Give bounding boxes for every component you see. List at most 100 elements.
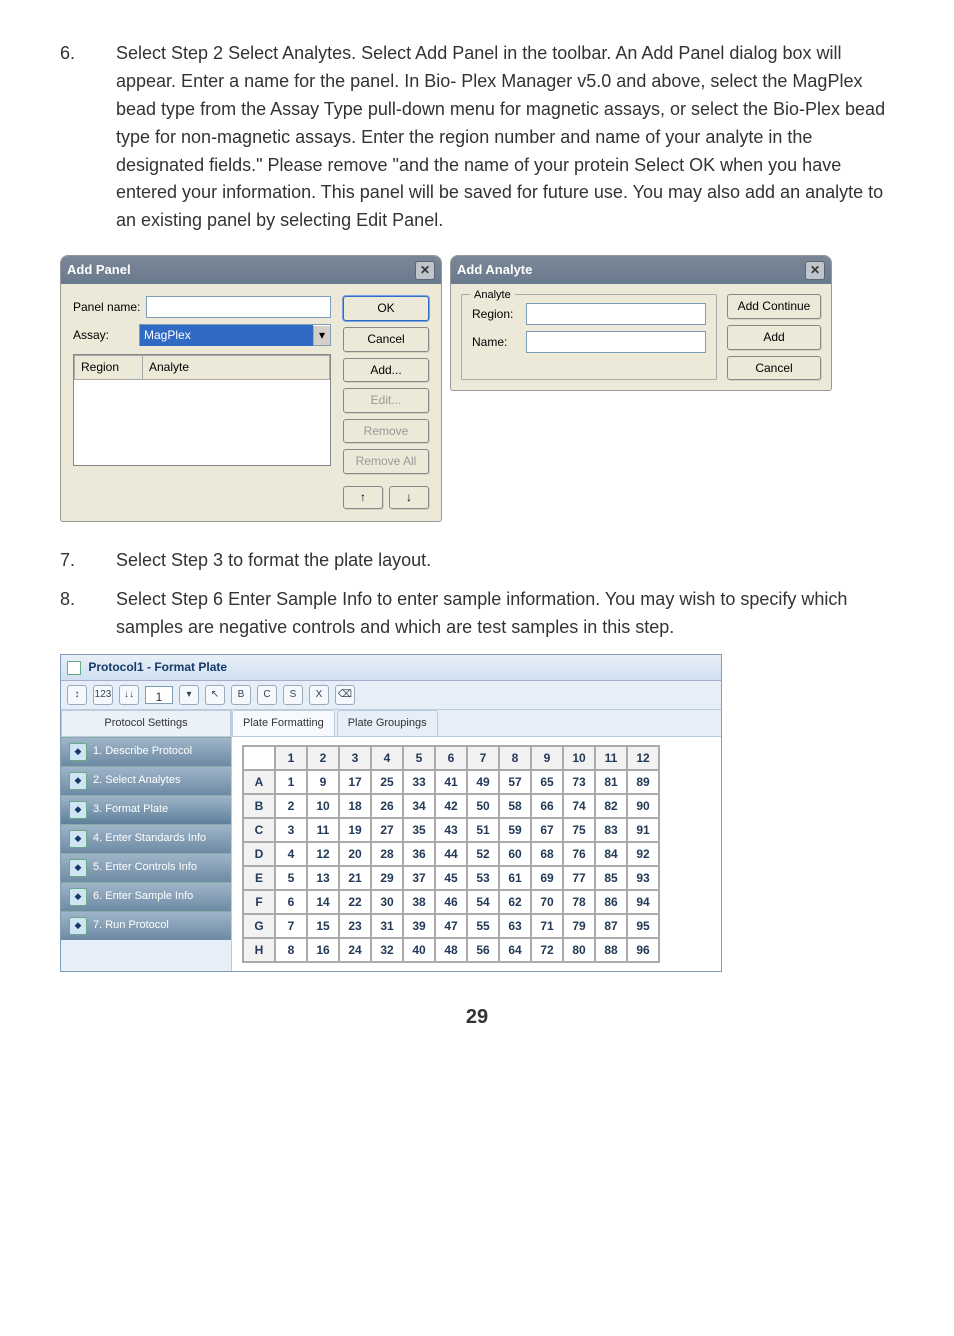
panel-name-input[interactable]	[146, 296, 331, 318]
brush-icon[interactable]: ⌫	[335, 685, 355, 705]
plate-cell[interactable]: 56	[467, 938, 499, 962]
plate-col-header[interactable]: 12	[627, 746, 659, 770]
plate-cell[interactable]: 83	[595, 818, 627, 842]
cancel-button[interactable]: Cancel	[727, 356, 821, 381]
plate-cell[interactable]: 28	[371, 842, 403, 866]
plate-cell[interactable]: 90	[627, 794, 659, 818]
plate-cell[interactable]: 18	[339, 794, 371, 818]
plate-row-header[interactable]: D	[243, 842, 275, 866]
plate-cell[interactable]: 52	[467, 842, 499, 866]
plate-col-header[interactable]: 11	[595, 746, 627, 770]
plate-cell[interactable]: 19	[339, 818, 371, 842]
plate-col-header[interactable]: 9	[531, 746, 563, 770]
plate-cell[interactable]: 51	[467, 818, 499, 842]
tab-plate-formatting[interactable]: Plate Formatting	[232, 710, 335, 736]
analyte-list[interactable]: Region Analyte	[73, 354, 331, 466]
plate-cell[interactable]: 73	[563, 770, 595, 794]
sidebar-step[interactable]: ◆6. Enter Sample Info	[61, 882, 231, 911]
tool-icon[interactable]: ↓↓	[119, 685, 139, 705]
plate-col-header[interactable]: 8	[499, 746, 531, 770]
plate-col-header[interactable]: 5	[403, 746, 435, 770]
plate-cell[interactable]: 86	[595, 890, 627, 914]
plate-cell[interactable]: 95	[627, 914, 659, 938]
col-region[interactable]: Region	[74, 355, 143, 380]
sidebar-step[interactable]: ◆4. Enter Standards Info	[61, 824, 231, 853]
plate-cell[interactable]: 15	[307, 914, 339, 938]
plate-cell[interactable]: 58	[499, 794, 531, 818]
add-button[interactable]: Add...	[343, 358, 429, 383]
plate-row-header[interactable]: H	[243, 938, 275, 962]
plate-cell[interactable]: 94	[627, 890, 659, 914]
plate-cell[interactable]: 76	[563, 842, 595, 866]
plate-row-header[interactable]: F	[243, 890, 275, 914]
plate-cell[interactable]: 45	[435, 866, 467, 890]
plate-cell[interactable]: 78	[563, 890, 595, 914]
plate-cell[interactable]: 44	[435, 842, 467, 866]
sidebar-step[interactable]: ◆5. Enter Controls Info	[61, 853, 231, 882]
cursor-icon[interactable]: ↖	[205, 685, 225, 705]
plate-cell[interactable]: 89	[627, 770, 659, 794]
plate-col-header[interactable]: 10	[563, 746, 595, 770]
plate-cell[interactable]: 32	[371, 938, 403, 962]
toolbar-number-input[interactable]: 1	[145, 686, 173, 704]
plate-cell[interactable]: 12	[307, 842, 339, 866]
sidebar-step[interactable]: ◆2. Select Analytes	[61, 766, 231, 795]
b-icon[interactable]: B	[231, 685, 251, 705]
plate-row-header[interactable]: A	[243, 770, 275, 794]
plate-cell[interactable]: 55	[467, 914, 499, 938]
cancel-button[interactable]: Cancel	[343, 327, 429, 352]
plate-cell[interactable]: 82	[595, 794, 627, 818]
plate-cell[interactable]: 7	[275, 914, 307, 938]
plate-cell[interactable]: 40	[403, 938, 435, 962]
sidebar-step[interactable]: ◆7. Run Protocol	[61, 911, 231, 940]
plate-cell[interactable]: 62	[499, 890, 531, 914]
plate-col-header[interactable]: 1	[275, 746, 307, 770]
plate-cell[interactable]: 79	[563, 914, 595, 938]
plate-cell[interactable]: 1	[275, 770, 307, 794]
plate-cell[interactable]: 66	[531, 794, 563, 818]
plate-cell[interactable]: 80	[563, 938, 595, 962]
plate-col-header[interactable]: 6	[435, 746, 467, 770]
plate-cell[interactable]: 4	[275, 842, 307, 866]
plate-cell[interactable]: 63	[499, 914, 531, 938]
plate-cell[interactable]: 39	[403, 914, 435, 938]
plate-cell[interactable]: 25	[371, 770, 403, 794]
plate-cell[interactable]: 2	[275, 794, 307, 818]
plate-cell[interactable]: 31	[371, 914, 403, 938]
plate-cell[interactable]: 88	[595, 938, 627, 962]
region-input[interactable]	[526, 303, 706, 325]
col-analyte[interactable]: Analyte	[143, 355, 330, 380]
plate-cell[interactable]: 47	[435, 914, 467, 938]
plate-cell[interactable]: 50	[467, 794, 499, 818]
plate-cell[interactable]: 60	[499, 842, 531, 866]
plate-cell[interactable]: 10	[307, 794, 339, 818]
plate-cell[interactable]: 26	[371, 794, 403, 818]
plate-col-header[interactable]: 2	[307, 746, 339, 770]
c-icon[interactable]: C	[257, 685, 277, 705]
plate-cell[interactable]: 59	[499, 818, 531, 842]
plate-cell[interactable]: 6	[275, 890, 307, 914]
plate-cell[interactable]: 48	[435, 938, 467, 962]
plate-cell[interactable]: 54	[467, 890, 499, 914]
plate-cell[interactable]: 3	[275, 818, 307, 842]
plate-cell[interactable]: 85	[595, 866, 627, 890]
add-continue-button[interactable]: Add Continue	[727, 294, 821, 319]
plate-cell[interactable]: 93	[627, 866, 659, 890]
edit-button[interactable]: Edit...	[343, 388, 429, 413]
move-up-button[interactable]: ↑	[343, 486, 383, 509]
chevron-down-icon[interactable]: ▾	[313, 326, 330, 345]
plate-cell[interactable]: 21	[339, 866, 371, 890]
plate-cell[interactable]: 69	[531, 866, 563, 890]
plate-col-header[interactable]: 3	[339, 746, 371, 770]
add-button[interactable]: Add	[727, 325, 821, 350]
plate-cell[interactable]: 46	[435, 890, 467, 914]
tab-plate-groupings[interactable]: Plate Groupings	[337, 710, 438, 736]
plate-cell[interactable]: 17	[339, 770, 371, 794]
plate-col-header[interactable]: 7	[467, 746, 499, 770]
plate-cell[interactable]: 96	[627, 938, 659, 962]
close-icon[interactable]: ✕	[805, 261, 825, 280]
plate-cell[interactable]: 24	[339, 938, 371, 962]
remove-button[interactable]: Remove	[343, 419, 429, 444]
plate-cell[interactable]: 91	[627, 818, 659, 842]
move-down-button[interactable]: ↓	[389, 486, 429, 509]
